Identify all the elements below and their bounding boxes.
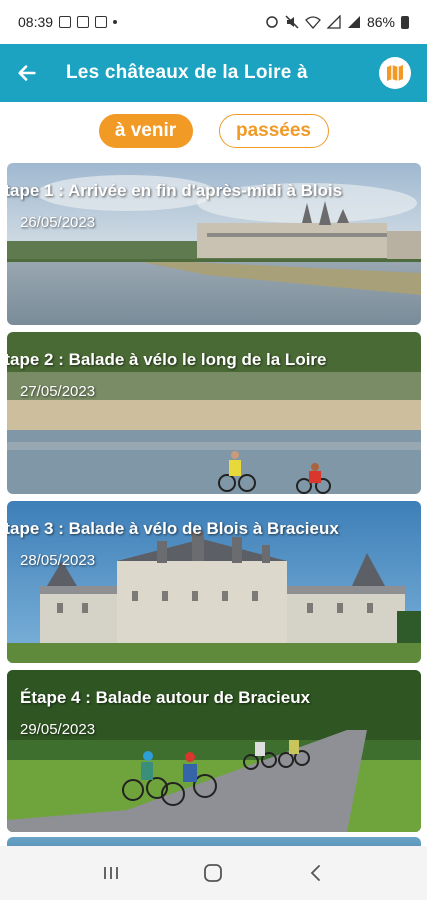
app-bar: Les châteaux de la Loire à [0,44,427,102]
status-time: 08:39 [18,14,54,30]
stage-card[interactable]: Étape 4 : Balade autour de Bracieux 29/0… [7,670,421,832]
calendar-notification-icon [77,16,90,28]
chevron-left-icon [310,865,320,881]
recent-apps-button[interactable] [91,853,131,893]
wifi-icon [305,16,321,29]
filter-past-button[interactable]: passées [218,114,329,148]
stage-date: 26/05/2023 [20,214,96,231]
stage-card[interactable]: Étape 1 : Arrivée en fin d'après-midi à … [7,163,421,325]
battery-percent: 86% [366,14,395,30]
mute-icon [285,15,299,29]
system-nav-bar [0,846,427,900]
mail-notification-icon [95,16,108,28]
stage-title: Étape 2 : Balade à vélo le long de la Lo… [7,350,327,369]
system-back-button[interactable] [296,853,336,893]
stage-card[interactable]: Étape 3 : Balade à vélo de Blois à Braci… [7,501,421,663]
image-notification-icon [59,16,72,28]
map-button[interactable] [379,57,411,89]
stage-list: Étape 1 : Arrivée en fin d'après-midi à … [7,163,421,839]
more-notifications-icon [113,20,118,24]
stage-date: 27/05/2023 [20,383,96,400]
home-button[interactable] [193,853,233,893]
home-icon [204,864,223,882]
signal-icon [326,15,341,29]
stage-date: 29/05/2023 [20,721,96,738]
map-icon [387,65,403,81]
battery-icon [401,15,409,29]
recent-apps-icon [104,867,119,879]
stage-date: 28/05/2023 [20,552,96,569]
status-bar: 08:39 86% [0,0,427,44]
alarm-icon [266,16,278,28]
stage-title: Étape 3 : Balade à vélo de Blois à Braci… [7,519,339,538]
arrow-back-icon [18,65,36,81]
stage-title: Étape 4 : Balade autour de Bracieux [20,688,311,707]
page-title: Les châteaux de la Loire à [66,62,308,83]
stage-card[interactable]: Étape 2 : Balade à vélo le long de la Lo… [7,332,421,494]
filter-upcoming-button[interactable]: à venir [98,114,193,148]
filter-tabs: à venir passées [0,114,427,148]
back-button[interactable] [0,44,54,102]
lte-signal-icon [347,16,360,28]
stage-title: Étape 1 : Arrivée en fin d'après-midi à … [7,181,343,200]
